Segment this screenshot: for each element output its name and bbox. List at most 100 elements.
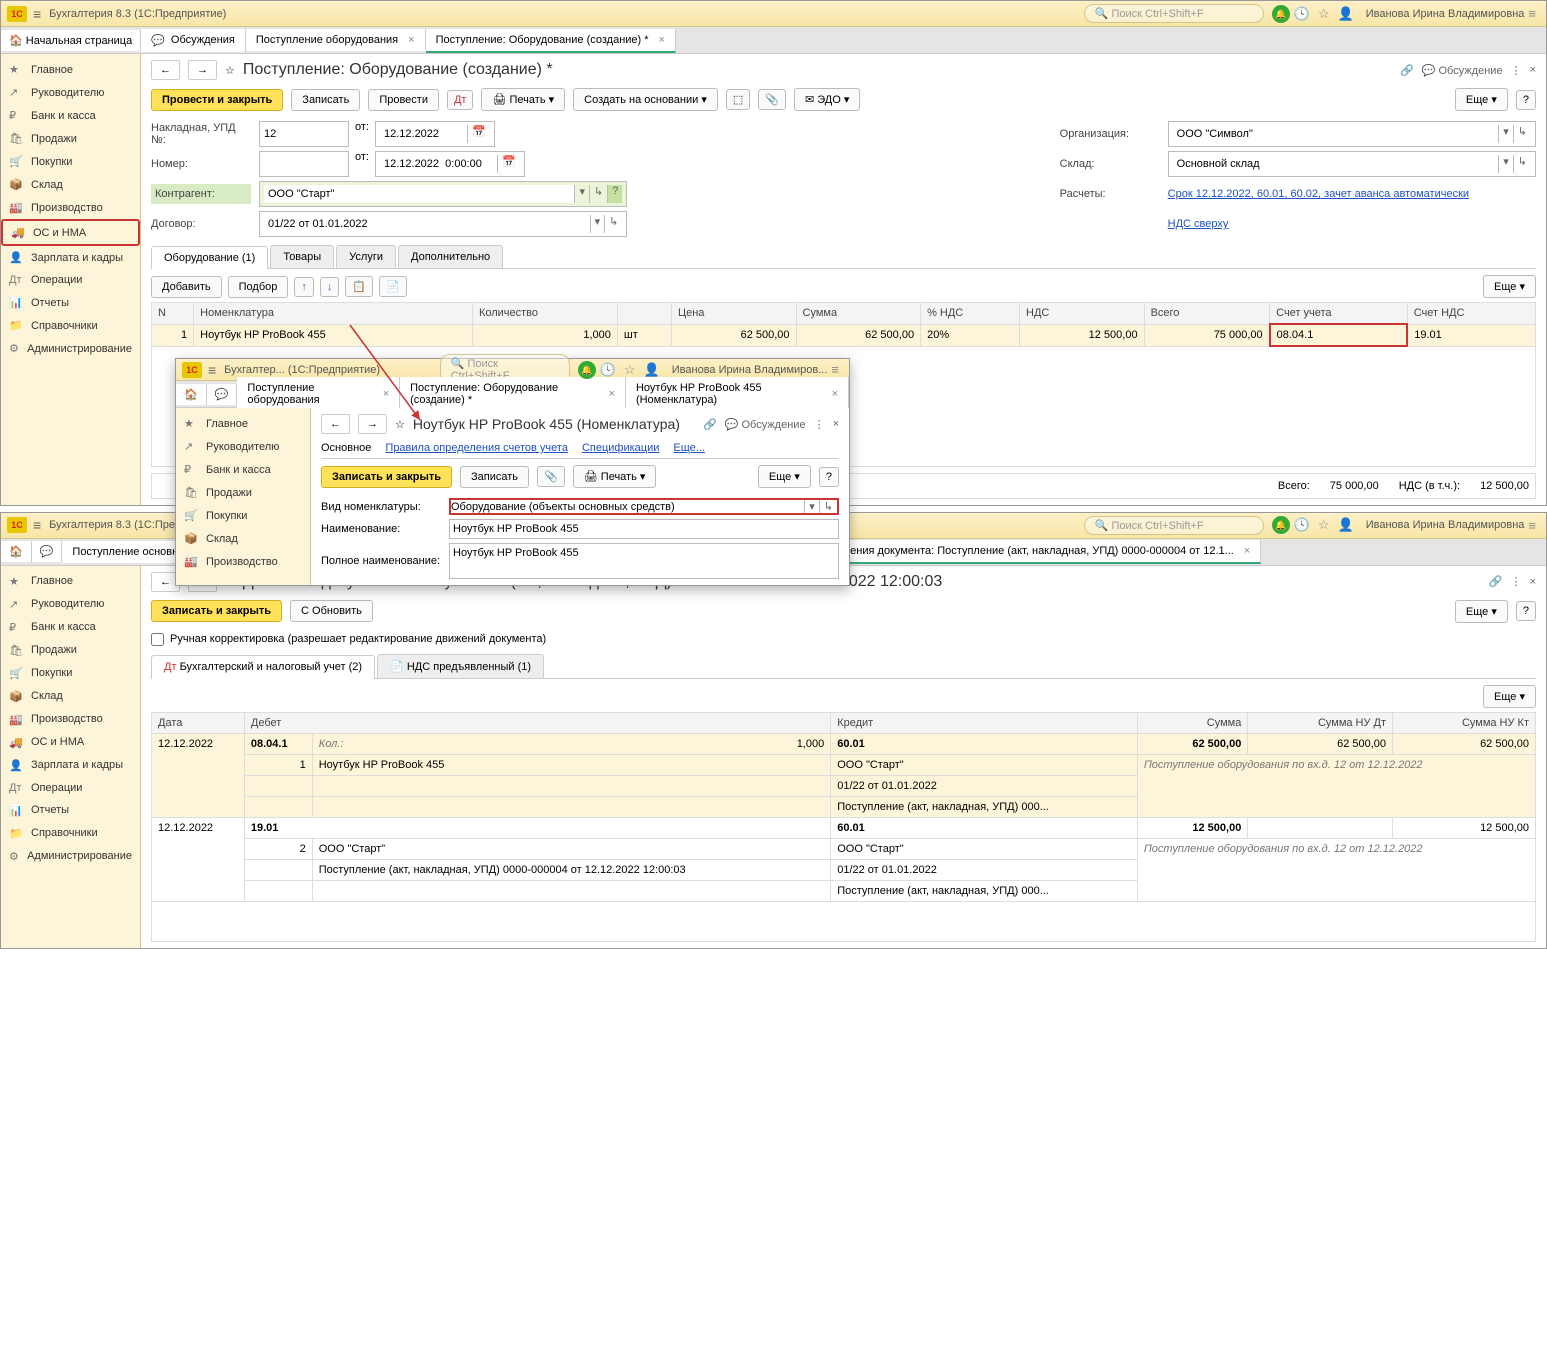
zapisat-zakryt-button[interactable]: Записать и закрыть bbox=[321, 466, 452, 488]
help-button[interactable]: ? bbox=[819, 467, 839, 487]
sidebar-proizvodstvo[interactable]: 🏭Производство bbox=[1, 708, 140, 731]
dropdown-icon[interactable]: ▾ bbox=[590, 215, 605, 233]
sidebar-sklad[interactable]: 📦Склад bbox=[176, 527, 310, 550]
pechat-button[interactable]: 🖨 Печать ▾ bbox=[481, 88, 565, 111]
col-price[interactable]: Цена bbox=[671, 303, 796, 325]
vid-input[interactable] bbox=[451, 500, 804, 513]
hamburger-icon[interactable]: ≡ bbox=[831, 362, 839, 377]
open-icon[interactable]: ↳ bbox=[589, 185, 607, 203]
pechat-button[interactable]: 🖨 Печать ▾ bbox=[573, 465, 657, 488]
down-button[interactable]: ↓ bbox=[320, 277, 340, 297]
close-icon[interactable]: × bbox=[659, 34, 665, 46]
sidebar-rukovoditelyu[interactable]: ↗Руководителю bbox=[176, 435, 310, 458]
discuss-tab[interactable]: 💬 bbox=[32, 541, 63, 562]
tab-1[interactable]: Поступление оборудования× bbox=[237, 377, 400, 411]
sidebar-admin[interactable]: ⚙Администрирование bbox=[1, 845, 140, 868]
calendar-icon[interactable]: 📅 bbox=[497, 155, 520, 173]
col-acct[interactable]: Счет учета bbox=[1270, 303, 1408, 325]
date1-input[interactable] bbox=[380, 125, 467, 143]
sidebar-operacii[interactable]: ДтОперации bbox=[1, 777, 140, 799]
sidebar-otchety[interactable]: 📊Отчеты bbox=[1, 799, 140, 822]
open-icon[interactable]: ↳ bbox=[819, 500, 837, 513]
dropdown-icon[interactable]: ▾ bbox=[1498, 155, 1513, 173]
sidebar-os-nma[interactable]: 🚚ОС и НМА bbox=[1, 731, 140, 754]
bell-icon[interactable]: 🔔 bbox=[1272, 516, 1290, 534]
subtab-osnovnoe[interactable]: Основное bbox=[321, 442, 371, 454]
sidebar-rukovoditelyu[interactable]: ↗Руководителю bbox=[1, 81, 140, 104]
eshe-button[interactable]: Еще ▾ bbox=[1483, 275, 1536, 298]
copy-button[interactable]: 📋 bbox=[345, 276, 373, 297]
sidebar-bank[interactable]: ₽Банк и касса bbox=[176, 458, 310, 481]
col-acctnds[interactable]: Счет НДС bbox=[1407, 303, 1535, 325]
sidebar-os-nma[interactable]: 🚚ОС и НМА bbox=[1, 219, 140, 246]
home-tab[interactable]: 🏠 Начальная страница bbox=[1, 30, 141, 51]
tab-discuss[interactable]: 💬 Обсуждения bbox=[141, 29, 246, 52]
sidebar-spravochniki[interactable]: 📁Справочники bbox=[1, 822, 140, 845]
help-icon[interactable]: ? bbox=[607, 185, 622, 203]
dropdown-icon[interactable]: ▾ bbox=[804, 500, 819, 513]
obnovit-button[interactable]: С Обновить bbox=[290, 600, 373, 622]
history-icon[interactable]: 🕓 bbox=[1294, 6, 1310, 22]
col-sum[interactable]: Сумма bbox=[1137, 712, 1248, 733]
sidebar-bank[interactable]: ₽Банк и касса bbox=[1, 616, 140, 639]
org-input[interactable] bbox=[1173, 125, 1499, 143]
sidebar-prodazhi[interactable]: 🛍Продажи bbox=[1, 639, 140, 662]
provesti-button[interactable]: Провести bbox=[368, 89, 439, 111]
sidebar-glavnoe[interactable]: ★Главное bbox=[176, 412, 310, 435]
col-nom[interactable]: Номенклатура bbox=[194, 303, 473, 325]
col-qty[interactable]: Количество bbox=[472, 303, 617, 325]
sidebar-proizvodstvo[interactable]: 🏭Производство bbox=[176, 550, 310, 573]
star-icon[interactable]: ☆ bbox=[395, 418, 405, 431]
eshe2-button[interactable]: Еще ▾ bbox=[1483, 685, 1536, 708]
user-icon[interactable]: 👤 bbox=[1338, 517, 1354, 533]
dropdown-icon[interactable]: ▾ bbox=[574, 185, 589, 203]
col-sum[interactable]: Сумма bbox=[796, 303, 921, 325]
sidebar-prodazhi[interactable]: 🛍Продажи bbox=[176, 481, 310, 504]
discuss-button[interactable]: 💬 Обсуждение bbox=[725, 418, 806, 431]
close-page-icon[interactable]: × bbox=[1530, 64, 1536, 76]
discuss-tab[interactable]: 💬 bbox=[207, 384, 238, 405]
sidebar-pokupki[interactable]: 🛒Покупки bbox=[176, 504, 310, 527]
tab-postuplenie[interactable]: Поступление оборудования× bbox=[246, 29, 426, 51]
sidebar-sklad[interactable]: 📦Склад bbox=[1, 173, 140, 196]
open-icon[interactable]: ↳ bbox=[604, 215, 622, 233]
sidebar-prodazhi[interactable]: 🛍Продажи bbox=[1, 127, 140, 150]
star-icon[interactable]: ☆ bbox=[225, 64, 235, 77]
dtkt-button[interactable]: Дт bbox=[447, 90, 474, 110]
sidebar-pokupki[interactable]: 🛒Покупки bbox=[1, 662, 140, 685]
naim-input[interactable] bbox=[449, 519, 839, 539]
hamburger-icon[interactable]: ≡ bbox=[33, 517, 41, 533]
col-debet[interactable]: Дебет bbox=[244, 712, 830, 733]
tab-uslugi[interactable]: Услуги bbox=[336, 245, 396, 268]
attach-button[interactable]: 📎 bbox=[758, 89, 786, 110]
podbor-button[interactable]: Подбор bbox=[228, 276, 289, 298]
close-page-icon[interactable]: × bbox=[833, 418, 839, 430]
tab-2[interactable]: Поступление: Оборудование (создание) *× bbox=[400, 377, 626, 411]
up-button[interactable]: ↑ bbox=[294, 277, 314, 297]
hamburger-icon[interactable]: ≡ bbox=[33, 6, 41, 22]
user-icon[interactable]: 👤 bbox=[1338, 6, 1354, 22]
tab-postuplenie-create[interactable]: Поступление: Оборудование (создание) *× bbox=[426, 29, 676, 53]
attach-button[interactable]: 📎 bbox=[537, 466, 565, 487]
link-icon[interactable]: 🔗 bbox=[1489, 575, 1503, 588]
link-icon[interactable]: 🔗 bbox=[703, 418, 717, 431]
sidebar-zarplata[interactable]: 👤Зарплата и кадры bbox=[1, 246, 140, 269]
nds-link[interactable]: НДС сверху bbox=[1168, 218, 1536, 230]
provesti-zakryt-button[interactable]: Провести и закрыть bbox=[151, 89, 283, 111]
sidebar-operacii[interactable]: ДтОперации bbox=[1, 269, 140, 291]
col-ndspct[interactable]: % НДС bbox=[921, 303, 1020, 325]
dogovor-input[interactable] bbox=[264, 215, 590, 233]
more-icon[interactable]: ⋮ bbox=[814, 418, 825, 431]
zapisat-zakryt-button[interactable]: Записать и закрыть bbox=[151, 600, 282, 622]
bell-icon[interactable]: 🔔 bbox=[1272, 5, 1290, 23]
hamburger-icon[interactable]: ≡ bbox=[208, 362, 216, 378]
table-row[interactable]: 12.12.2022 19.01 60.01 12 500,00 12 500,… bbox=[152, 817, 1536, 838]
link-icon[interactable]: 🔗 bbox=[1400, 64, 1414, 77]
tab-dop[interactable]: Дополнительно bbox=[398, 245, 503, 268]
global-search[interactable]: 🔍 Поиск Ctrl+Shift+F bbox=[1084, 4, 1264, 23]
dropdown-icon[interactable]: ▾ bbox=[1498, 125, 1513, 143]
star-icon[interactable]: ☆ bbox=[1318, 517, 1330, 533]
history-icon[interactable]: 🕓 bbox=[600, 362, 616, 378]
sidebar-otchety[interactable]: 📊Отчеты bbox=[1, 291, 140, 314]
close-page-icon[interactable]: × bbox=[1530, 576, 1536, 588]
